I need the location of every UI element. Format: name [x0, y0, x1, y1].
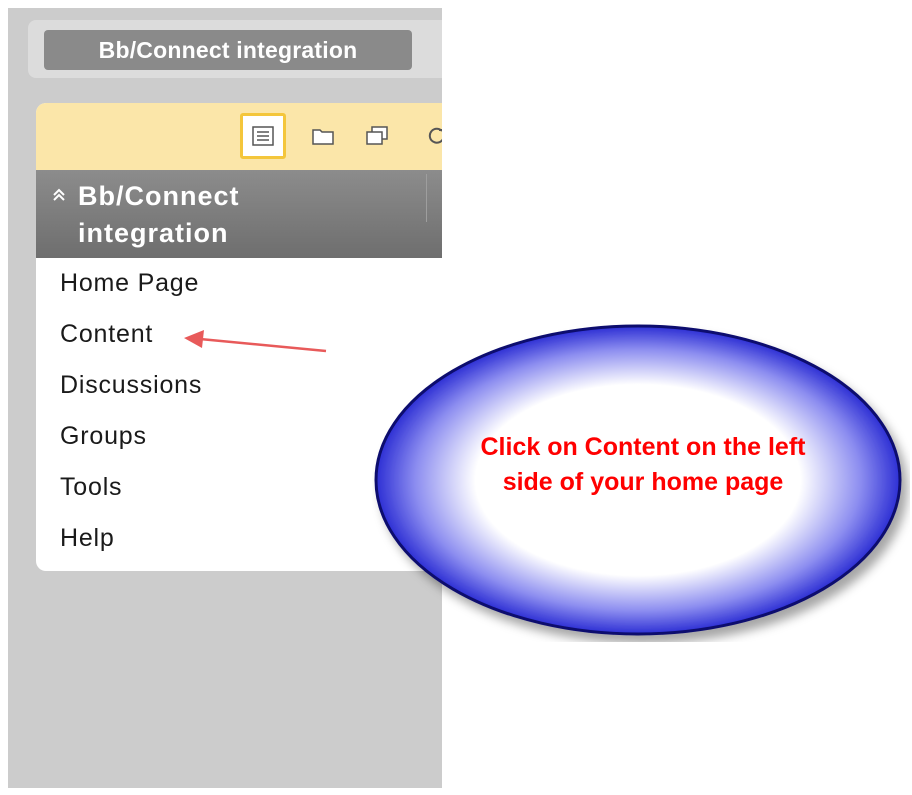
menu-item-home-page[interactable]: Home Page: [36, 258, 442, 309]
header-divider: [426, 174, 427, 222]
refresh-icon[interactable]: [414, 113, 442, 159]
course-menu-header[interactable]: Bb/Connect integration: [36, 170, 442, 258]
course-tab[interactable]: Bb/Connect integration: [44, 30, 412, 70]
menu-toolbar: [36, 103, 442, 170]
folder-icon[interactable]: [300, 113, 346, 159]
callout-text: Click on Content on the left side of you…: [480, 433, 806, 496]
course-menu-title: Bb/Connect integration: [78, 181, 240, 248]
list-view-icon[interactable]: [240, 113, 286, 159]
collapse-icon[interactable]: [50, 186, 68, 204]
windows-icon[interactable]: [354, 113, 400, 159]
